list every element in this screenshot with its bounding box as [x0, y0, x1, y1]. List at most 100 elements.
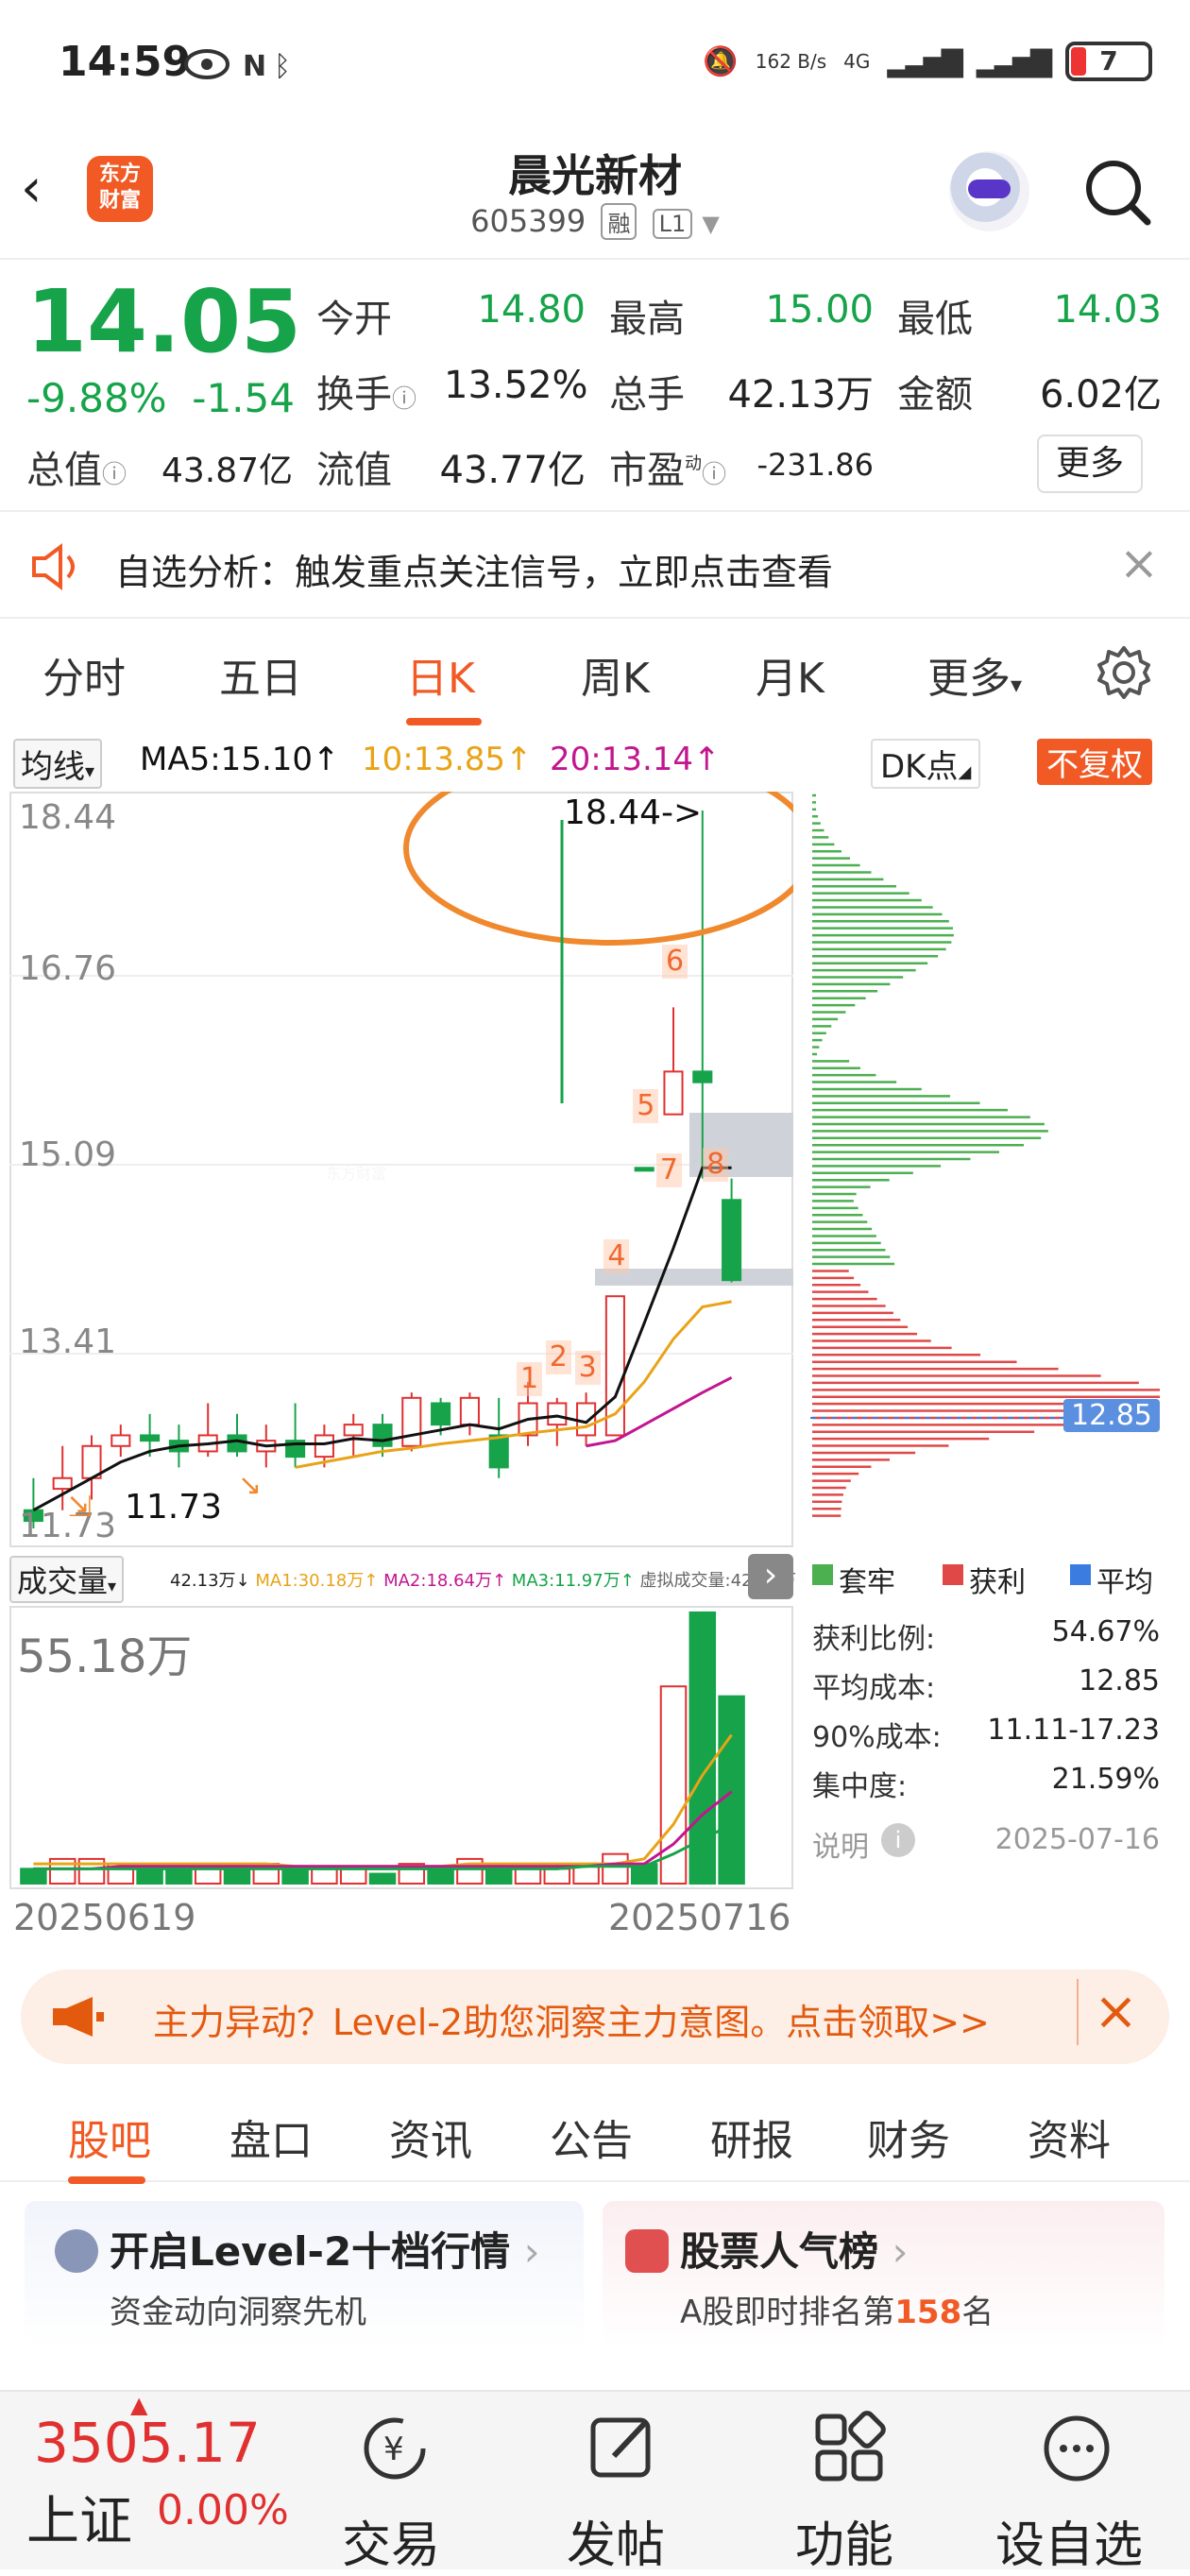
signal-marker: 6	[662, 945, 688, 980]
index-value[interactable]: 3505.17	[34, 2411, 261, 2475]
candle-body	[140, 1434, 161, 1442]
date-end: 20250716	[608, 1897, 791, 1938]
mktcap-value: 43.87亿	[161, 452, 293, 490]
avg-cost-tag: 12.85	[1063, 1399, 1160, 1432]
last-price: 14.05	[26, 271, 302, 372]
volume-bar	[281, 1868, 309, 1885]
close-icon[interactable]: ×	[1119, 536, 1159, 590]
tab-daily-k[interactable]: 日K	[406, 644, 475, 705]
candle-body	[110, 1434, 131, 1447]
speaker-icon	[32, 543, 75, 590]
volume-header: 成交量▾ 42.13万↓ MA1:30.18万↑ MA2:18.64万↑ MA3…	[9, 1554, 796, 1603]
grid-function-icon	[815, 2411, 886, 2482]
close-icon[interactable]: ×	[1077, 1979, 1138, 2045]
bottom-bar: ▲ 3505.17 上证 0.00% ¥ 交易 发帖 功能 设自选	[0, 2390, 1190, 2574]
signal-icon: ▂▃▅▇	[887, 44, 962, 78]
ma-selector[interactable]: 均线▾	[13, 739, 103, 789]
svg-text:¥: ¥	[383, 2431, 404, 2468]
candle-body	[692, 1070, 713, 1083]
tab-order-book[interactable]: 盘口	[230, 2107, 313, 2167]
y-label-0: 18.44	[19, 798, 117, 837]
candle-body	[343, 1424, 364, 1437]
turnover-label: 换手ⓘ	[316, 373, 417, 417]
level2-card[interactable]: 开启Level-2十档行情 › 资金动向洞察先机	[25, 2201, 584, 2347]
tab-forum[interactable]: 股吧	[68, 2107, 151, 2167]
candle-body	[401, 1396, 422, 1447]
nav-trade[interactable]: 交易	[342, 2505, 440, 2576]
tab-research[interactable]: 研报	[710, 2107, 793, 2167]
signal-marker: 1	[517, 1361, 543, 1396]
signal-marker: 3	[574, 1351, 601, 1386]
low-arrow-icon-2: ↘	[238, 1469, 263, 1502]
tab-intraday[interactable]: 分时	[42, 644, 126, 705]
signal-marker: 2	[545, 1340, 571, 1375]
popularity-card[interactable]: 股票人气榜 › A股即时排名第158名	[603, 2201, 1164, 2347]
ma20-value: 20:13.14↑	[550, 741, 721, 778]
candle-body	[227, 1434, 247, 1453]
tab-financials[interactable]: 财务	[867, 2107, 950, 2167]
dk-point-selector[interactable]: DK点◢	[871, 739, 981, 789]
tab-weekly-k[interactable]: 周K	[581, 644, 650, 705]
tab-profile[interactable]: 资料	[1028, 2107, 1111, 2167]
nav-post[interactable]: 发帖	[567, 2505, 665, 2576]
search-icon[interactable]	[1081, 156, 1153, 228]
change: -9.88% -1.54	[26, 375, 295, 421]
more-dots-icon	[1044, 2415, 1110, 2482]
float-value: 43.77亿	[439, 449, 586, 492]
float-label: 流值	[316, 449, 392, 492]
candle-body	[722, 1199, 742, 1282]
battery-icon: 7	[1065, 42, 1152, 81]
nav-watchlist[interactable]: 设自选	[995, 2505, 1143, 2576]
candle-body	[459, 1396, 480, 1426]
active-tab-indicator	[406, 718, 482, 725]
clock: 14:59	[59, 38, 192, 86]
volume-chart[interactable]: 55.18万	[9, 1606, 793, 1889]
volume-max-label: 55.18万	[17, 1630, 193, 1683]
more-button[interactable]: 更多	[1037, 435, 1143, 493]
tab-five-day[interactable]: 五日	[219, 644, 302, 705]
signal-marker: 8	[703, 1148, 729, 1183]
candle-body	[634, 1167, 654, 1172]
expand-arrow-icon[interactable]: ›	[748, 1554, 793, 1599]
bar-chart-icon	[625, 2229, 669, 2273]
tab-announcements[interactable]: 公告	[550, 2107, 633, 2167]
candlestick-chart[interactable]: 东方财富 18.44 16.76 15.09 13.41 11.73 18.44…	[9, 792, 793, 1547]
volume-bar	[368, 1872, 397, 1885]
alert-banner[interactable]: 自选分析：触发重点关注信号，立即点击查看 ×	[0, 515, 1190, 619]
candle-body	[576, 1402, 597, 1437]
settings-gear-icon[interactable]	[1096, 644, 1152, 701]
candle-body	[488, 1434, 509, 1469]
volume-bar	[339, 1868, 367, 1885]
signal-marker: 4	[604, 1238, 630, 1273]
amount-value: 6.02亿	[1039, 373, 1162, 417]
volume-bar	[602, 1852, 629, 1885]
level2-icon	[55, 2229, 98, 2273]
index-change: 0.00%	[157, 2486, 289, 2534]
chip-distribution[interactable]: 12.85	[810, 792, 1162, 1547]
tab-news[interactable]: 资讯	[389, 2107, 472, 2167]
promo-banner[interactable]: 主力异动？Level-2助您洞察主力意图。点击领取>> ×	[21, 1970, 1169, 2064]
index-name: 上证	[26, 2491, 132, 2552]
post-edit-icon	[590, 2417, 651, 2478]
low-value: 14.03	[1053, 288, 1162, 332]
chevron-down-icon: ▼	[702, 211, 720, 237]
volume-selector[interactable]: 成交量▾	[9, 1556, 125, 1603]
chip-legend: 套牢 获利 平均	[810, 1559, 1160, 1599]
active-tab-indicator	[68, 2176, 145, 2184]
svg-text:N: N	[243, 50, 266, 83]
card-title: 股票人气榜 ›	[680, 2228, 909, 2275]
nav-function[interactable]: 功能	[795, 2505, 893, 2576]
pe-value: -231.86	[756, 447, 874, 483]
status-bar: 14:59 N ᛒ 🔕 162 B/s 4G ▂▃▅▇ ▂▃▅▇ 7	[0, 0, 1190, 132]
signal-marker: 5	[633, 1088, 659, 1123]
pe-label: 市盈动ⓘ	[609, 449, 727, 492]
date-start: 20250619	[13, 1897, 196, 1938]
mute-icon: 🔕	[703, 44, 739, 78]
tab-monthly-k[interactable]: 月K	[756, 644, 824, 705]
price-adjust-button[interactable]: 不复权	[1037, 739, 1152, 785]
volume-value: 42.13万	[727, 373, 874, 417]
assistant-robot-icon[interactable]	[949, 151, 1029, 231]
quote-panel: 14.05 -9.88% -1.54 今开 14.80 最高 15.00 最低 …	[0, 262, 1190, 512]
status-right: 🔕 162 B/s 4G ▂▃▅▇ ▂▃▅▇ 7	[703, 42, 1152, 81]
tab-more[interactable]: 更多▾	[927, 644, 1022, 705]
